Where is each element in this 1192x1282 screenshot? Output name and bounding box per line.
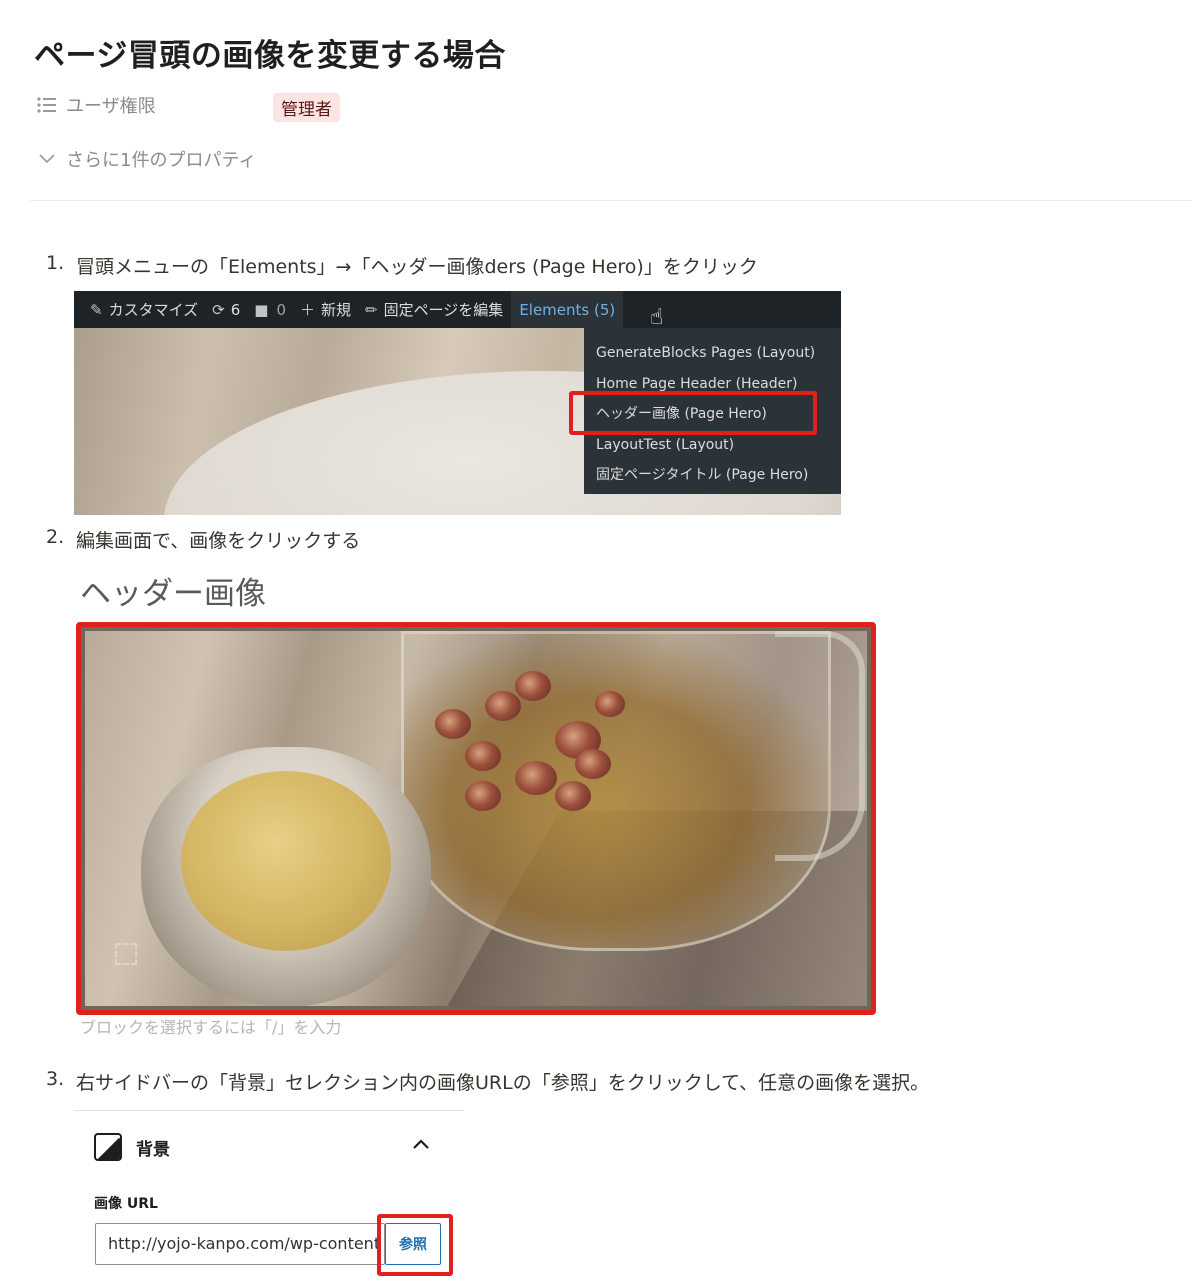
adminbar-comments[interactable]: ■ 0 (254, 301, 286, 319)
image-url-label: 画像 URL (94, 1196, 158, 1212)
adminbar-elements[interactable]: Elements (5) (511, 291, 624, 328)
background-icon (94, 1133, 122, 1161)
hand-cursor-icon: ☝ (650, 305, 664, 330)
updates-count: 6 (230, 300, 241, 319)
editor-heading: ヘッダー画像 (80, 576, 266, 612)
jujube (555, 781, 591, 811)
jujube (515, 671, 551, 701)
list-item-step-3: 3. 右サイドバーの「背景」セレクション内の画像URLの「参照」をクリックして、… (46, 1068, 929, 1095)
jujube (575, 749, 611, 779)
divider (30, 200, 1192, 201)
adminbar-customize[interactable]: ✎ カスタマイズ (90, 299, 198, 320)
panel-divider (74, 1110, 464, 1111)
chevron-up-icon[interactable] (412, 1134, 430, 1155)
jujube (465, 781, 501, 811)
block-select-icon (115, 943, 137, 965)
tea (181, 771, 391, 951)
step-text: 編集画面で、画像をクリックする (76, 530, 361, 552)
list-icon (36, 94, 58, 116)
background-panel-header[interactable]: 背景 (94, 1133, 170, 1161)
menu-item-page-title[interactable]: 固定ページタイトル (Page Hero) (584, 460, 841, 491)
pencil-icon: ✏ (365, 300, 378, 319)
step-number: 2. (46, 526, 65, 548)
adminbar-edit-label: 固定ページを編集 (383, 301, 504, 319)
step-number: 3. (46, 1068, 65, 1090)
plus-icon: ＋ (300, 301, 316, 319)
hero-image-block[interactable] (76, 622, 876, 1015)
jujube (435, 709, 471, 739)
screenshot-admin-menu: ✎ カスタマイズ ⟳ 6 ■ 0 ＋ 新規 ✏ 固定ページを編集 Element… (74, 291, 841, 515)
chevron-down-icon (36, 148, 58, 170)
list-item-step-2: 2. 編集画面で、画像をクリックする (46, 526, 360, 553)
refresh-icon: ⟳ (212, 300, 225, 319)
brush-icon: ✎ (90, 300, 103, 319)
list-item-step-1: 1. 冒頭メニューの「Elements」→「ヘッダー画像ders (Page H… (46, 252, 758, 279)
adminbar-edit-page[interactable]: ✏ 固定ページを編集 (365, 299, 503, 320)
more-properties-toggle[interactable]: さらに1件のプロパティ (36, 146, 256, 172)
step-text: 右サイドバーの「背景」セレクション内の画像URLの「参照」をクリックして、任意の… (76, 1072, 930, 1094)
background-panel-title: 背景 (136, 1139, 170, 1160)
jar-handle (775, 631, 865, 861)
user-role-tag[interactable]: 管理者 (273, 93, 340, 122)
hero-photo (85, 631, 867, 1006)
step-text: 冒頭メニューの「Elements」→「ヘッダー画像ders (Page Hero… (76, 256, 758, 278)
jujube (485, 691, 521, 721)
property-user-role[interactable]: ユーザ権限 (36, 92, 156, 118)
more-properties-label: さらに1件のプロパティ (66, 150, 257, 171)
menu-item-generateblocks[interactable]: GenerateBlocks Pages (Layout) (584, 338, 841, 369)
image-url-input[interactable]: http://yojo-kanpo.com/wp-content (95, 1223, 385, 1265)
admin-bar: ✎ カスタマイズ ⟳ 6 ■ 0 ＋ 新規 ✏ 固定ページを編集 Element… (74, 291, 841, 328)
step-number: 1. (46, 252, 65, 274)
jujube (515, 761, 557, 795)
jujube (465, 741, 501, 771)
highlight-box (377, 1214, 453, 1276)
comments-count: 0 (276, 300, 286, 319)
comment-icon: ■ (254, 300, 269, 319)
adminbar-customize-label: カスタマイズ (108, 301, 199, 319)
highlight-box (569, 391, 817, 435)
property-label: ユーザ権限 (66, 96, 156, 117)
block-hint: ブロックを選択するには「/」を入力 (80, 1018, 342, 1037)
adminbar-new-label: 新規 (321, 301, 352, 319)
adminbar-updates[interactable]: ⟳ 6 (212, 301, 240, 319)
jujube (595, 691, 625, 717)
page-title: ページ冒頭の画像を変更する場合 (34, 38, 506, 74)
adminbar-new[interactable]: ＋ 新規 (300, 299, 351, 320)
